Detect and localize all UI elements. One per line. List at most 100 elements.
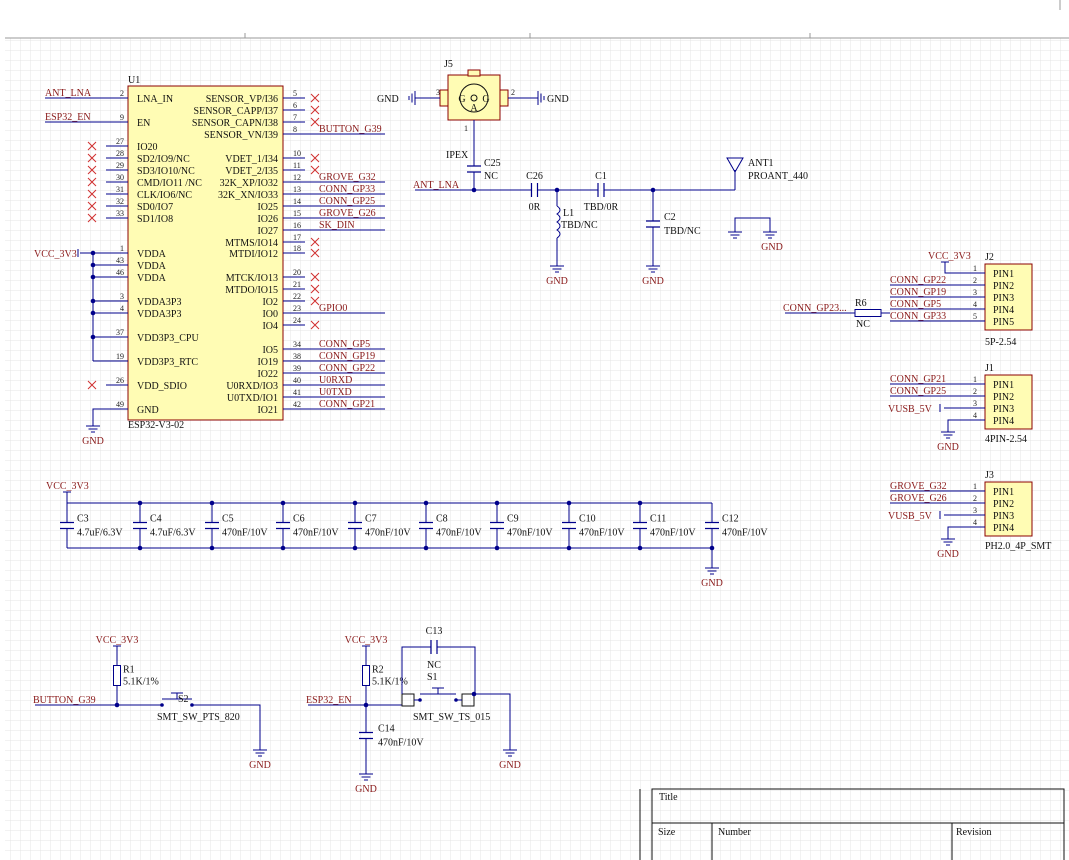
l1-value: TBD/NC bbox=[561, 220, 598, 231]
j2-pin-number: 5 bbox=[973, 312, 977, 321]
ant1-ref: ANT1 bbox=[748, 158, 774, 169]
j2-pin-name: PIN5 bbox=[993, 317, 1014, 328]
u1-pin-name: U0TXD/IO1 bbox=[227, 393, 278, 404]
j5-ref: J5 bbox=[444, 59, 453, 70]
u1-pin-number: 46 bbox=[116, 268, 124, 277]
net-label: CONN_GP25 bbox=[319, 196, 375, 207]
junction-dot bbox=[137, 545, 143, 551]
cap-value: 470nF/10V bbox=[293, 528, 339, 539]
net-label: ESP32_EN bbox=[45, 112, 91, 123]
j1-pin-name: PIN4 bbox=[993, 416, 1014, 427]
u1-pin-name: VDET_1/I34 bbox=[225, 154, 278, 165]
l1-ref: L1 bbox=[563, 208, 574, 219]
u1-pin-number: 8 bbox=[293, 125, 297, 134]
junction-dot bbox=[494, 545, 500, 551]
u1-pin-name: IO25 bbox=[257, 202, 278, 213]
cap-ref: C12 bbox=[722, 514, 739, 525]
u1-pin-number: 42 bbox=[293, 400, 301, 409]
u1-pin-number: 7 bbox=[293, 113, 297, 122]
u1-pin-name: SENSOR_VN/I39 bbox=[204, 130, 278, 141]
net-label: BUTTON_G39 bbox=[319, 124, 382, 135]
u1-pin-name: U0RXD/IO3 bbox=[226, 381, 278, 392]
vusb-label: VUSB_5V bbox=[888, 511, 933, 522]
resistor-ref: R2 bbox=[372, 665, 384, 676]
j2-part-name: 5P-2.54 bbox=[985, 337, 1016, 348]
net-label: CONN_GP22 bbox=[319, 363, 375, 374]
net-label: CONN_GP21 bbox=[890, 374, 946, 385]
vcc-label: VCC_3V3 bbox=[928, 251, 971, 262]
u1-pin-number: 16 bbox=[293, 221, 301, 230]
u1-pin-name: IO22 bbox=[257, 369, 278, 380]
r6-ref: R6 bbox=[855, 298, 867, 309]
cap-ref: C1 bbox=[595, 171, 607, 182]
cap-ref: C5 bbox=[222, 514, 234, 525]
net-label: GROVE_G32 bbox=[319, 172, 376, 183]
net-label: GROVE_G26 bbox=[890, 493, 947, 504]
u1-pin-name: IO0 bbox=[262, 309, 278, 320]
gnd-label: GND bbox=[761, 242, 783, 253]
cap-value: 470nF/10V bbox=[722, 528, 768, 539]
net-label: BUTTON_G39 bbox=[33, 695, 96, 706]
u1-pin-number: 23 bbox=[293, 304, 301, 313]
u1-pin-name: SENSOR_VP/I36 bbox=[206, 94, 278, 105]
u1-pin-number: 14 bbox=[293, 197, 301, 206]
s2-contact bbox=[190, 703, 194, 707]
c25-ref: C25 bbox=[484, 158, 501, 169]
u1-pin-name: VDDA bbox=[137, 261, 167, 272]
j5-pin-number: 1 bbox=[464, 124, 468, 133]
j2-pin-name: PIN2 bbox=[993, 281, 1014, 292]
gnd-label: GND bbox=[355, 784, 377, 795]
cap-value: 470nF/10V bbox=[579, 528, 625, 539]
cap-value: TBD/NC bbox=[664, 226, 701, 237]
cap-value: 470nF/10V bbox=[507, 528, 553, 539]
cap-ref: C2 bbox=[664, 212, 676, 223]
u1-pin-name: MTDI/IO12 bbox=[229, 249, 278, 260]
net-label: CONN_GP5 bbox=[890, 299, 941, 310]
j5-ground-glyph: G bbox=[458, 94, 465, 105]
junction-dot bbox=[90, 334, 96, 340]
net-label: CONN_GP33 bbox=[319, 184, 375, 195]
s2-contact bbox=[160, 703, 164, 707]
u1-pin-number: 31 bbox=[116, 185, 124, 194]
cap-ref: C8 bbox=[436, 514, 448, 525]
vusb-label: VUSB_5V bbox=[888, 404, 933, 415]
junction-dot bbox=[637, 545, 643, 551]
ant-net-label: ANT_LNA bbox=[413, 180, 460, 191]
s2-ref: S2 bbox=[178, 694, 189, 705]
cap-value: 470nF/10V bbox=[222, 528, 268, 539]
junction-dot bbox=[280, 500, 286, 506]
u1-pin-name: SENSOR_CAPN/I38 bbox=[192, 118, 278, 129]
u1-pin-name: VDD3P3_RTC bbox=[137, 357, 198, 368]
net-label: CONN_GP22 bbox=[890, 275, 946, 286]
junction-dot bbox=[352, 545, 358, 551]
u1-pin-number: 17 bbox=[293, 233, 301, 242]
u1-pin-name: SD0/IO7 bbox=[137, 202, 173, 213]
u1-pin-name: CLK/IO6/NC bbox=[137, 190, 192, 201]
schematic-sheet: U1ESP32-V3-022LNA_IN9EN27IO2028SD2/IO9/N… bbox=[0, 0, 1069, 860]
u1-pin-name: VDD3P3_CPU bbox=[137, 333, 199, 344]
cap-value: 470nF/10V bbox=[378, 738, 424, 749]
j3-pin-name: PIN4 bbox=[993, 523, 1014, 534]
j2-pin-number: 3 bbox=[973, 288, 977, 297]
u1-pin-number: 40 bbox=[293, 376, 301, 385]
j5-tab bbox=[467, 69, 481, 77]
r6-value: NC bbox=[856, 319, 870, 330]
u1-pin-name: SD2/IO9/NC bbox=[137, 154, 190, 165]
u1-pin-number: 43 bbox=[116, 256, 124, 265]
j2-pin-name: PIN4 bbox=[993, 305, 1014, 316]
j3-pin-number: 4 bbox=[973, 518, 977, 527]
j1-ref: J1 bbox=[985, 363, 994, 374]
cap-value: 4.7uF/6.3V bbox=[150, 528, 196, 539]
junction-dot bbox=[494, 500, 500, 506]
s1-part-name: SMT_SW_TS_015 bbox=[413, 712, 490, 723]
u1-pin-number: 37 bbox=[116, 328, 124, 337]
u1-pin-name: VDDA3P3 bbox=[137, 309, 181, 320]
j3-part-name: PH2.0_4P_SMT bbox=[985, 541, 1051, 552]
u1-pin-name: VDET_2/I35 bbox=[225, 166, 278, 177]
u1-pin-name: MTCK/IO13 bbox=[226, 273, 278, 284]
j5-ground-glyph: G bbox=[482, 94, 489, 105]
u1-pin-name: VDDA bbox=[137, 273, 167, 284]
u1-pin-name: VDD_SDIO bbox=[137, 381, 187, 392]
net-label: U0TXD bbox=[319, 387, 352, 398]
j2-ref: J2 bbox=[985, 252, 994, 263]
